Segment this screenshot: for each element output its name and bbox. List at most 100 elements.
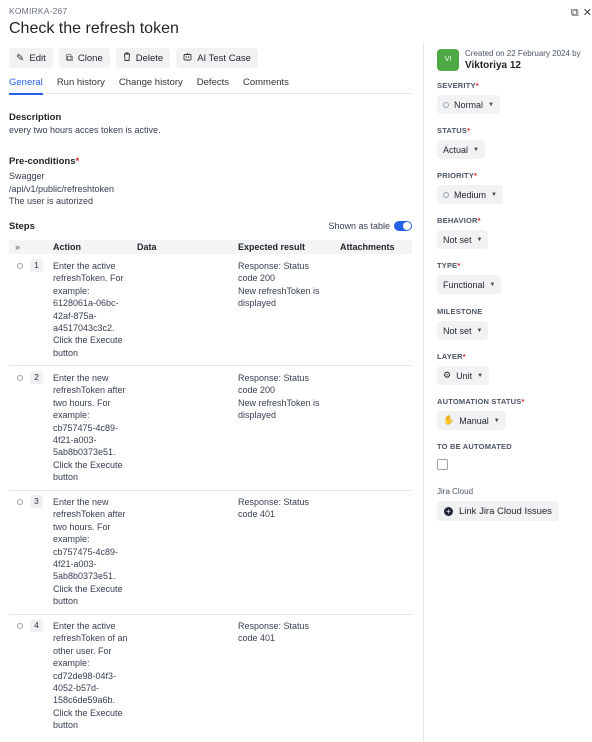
step-select-radio[interactable] bbox=[17, 499, 23, 505]
chevron-down-icon: ▼ bbox=[476, 327, 483, 334]
step-row[interactable]: 1 Enter the active refreshToken. For examp… bbox=[9, 258, 412, 366]
to-be-automated-field: TO BE AUTOMATED bbox=[437, 442, 512, 470]
plus-icon: + bbox=[444, 506, 453, 516]
delete-button[interactable]: Delete bbox=[115, 48, 171, 68]
tab-defects[interactable]: Defects bbox=[197, 77, 229, 94]
copy-icon: ⧉ bbox=[65, 52, 73, 64]
step-select-radio[interactable] bbox=[17, 263, 23, 269]
step-number: 4 bbox=[30, 619, 43, 632]
step-action: Enter the new refreshToken after two hours… bbox=[53, 497, 126, 607]
ai-test-case-label: AI Test Case bbox=[197, 52, 251, 64]
step-row[interactable]: 2 Enter the new refreshToken after two hou… bbox=[9, 370, 412, 491]
toolbar: ✎ Edit ⧉ Clone Delete AI Test Case bbox=[9, 48, 258, 68]
col-data: Data bbox=[137, 242, 157, 252]
shown-as-table-toggle[interactable] bbox=[394, 221, 412, 231]
behavior-select[interactable]: Not set ▼ bbox=[437, 230, 489, 249]
close-icon[interactable]: ✕ bbox=[583, 8, 592, 19]
milestone-select[interactable]: Not set ▼ bbox=[437, 321, 489, 340]
preconditions-label: Pre-conditions* bbox=[9, 156, 80, 167]
severity-select[interactable]: Normal ▼ bbox=[437, 95, 500, 114]
creator-name[interactable]: Viktoriya 12 bbox=[465, 60, 521, 71]
edit-button[interactable]: ✎ Edit bbox=[9, 48, 53, 68]
to-be-automated-checkbox[interactable] bbox=[437, 459, 448, 470]
tab-run-history[interactable]: Run history bbox=[57, 77, 105, 94]
restore-window-icon[interactable]: ⧉ bbox=[571, 8, 579, 19]
step-expected: Response: Status code 200 New refreshToken… bbox=[238, 261, 320, 309]
layer-select[interactable]: ⚙ Unit ▼ bbox=[437, 366, 490, 385]
severity-circle-icon bbox=[443, 101, 449, 108]
jira-cloud-label: Jira Cloud bbox=[437, 487, 474, 496]
priority-select[interactable]: Medium ▼ bbox=[437, 185, 503, 204]
required-marker: * bbox=[75, 156, 80, 167]
severity-field: SEVERITY* Normal ▼ bbox=[437, 81, 500, 114]
preconditions-text: Swagger /api/v1/public/refreshtoken The … bbox=[9, 170, 114, 208]
step-number: 1 bbox=[30, 259, 43, 272]
col-attachments: Attachments bbox=[340, 242, 395, 252]
type-field: TYPE* Functional ▼ bbox=[437, 261, 502, 294]
chevron-down-icon: ▼ bbox=[493, 417, 500, 424]
edit-button-label: Edit bbox=[29, 52, 46, 64]
description-label: Description bbox=[9, 112, 62, 123]
robot-icon bbox=[183, 52, 192, 64]
clone-button-label: Clone bbox=[77, 52, 103, 64]
tab-bar: General Run history Change history Defec… bbox=[9, 77, 412, 95]
automation-status-select[interactable]: ✋ Manual ▼ bbox=[437, 411, 506, 430]
window-controls: ⧉ ✕ bbox=[571, 8, 592, 19]
chevron-down-icon: ▼ bbox=[476, 236, 483, 243]
status-select[interactable]: Actual ▼ bbox=[437, 140, 485, 159]
trash-icon bbox=[123, 52, 131, 64]
col-action: Action bbox=[53, 242, 81, 252]
creator-info: VI Created on 22 February 2024 by Viktor… bbox=[437, 48, 587, 74]
delete-button-label: Delete bbox=[135, 52, 164, 64]
tab-comments[interactable]: Comments bbox=[243, 77, 289, 94]
priority-circle-icon bbox=[443, 191, 449, 198]
step-action: Enter the active refreshToken of an other … bbox=[53, 621, 128, 731]
chevron-down-icon: ▼ bbox=[489, 281, 496, 288]
chevron-down-icon: ▼ bbox=[477, 372, 484, 379]
ai-test-case-button[interactable]: AI Test Case bbox=[176, 48, 258, 68]
link-jira-issues-button[interactable]: + Link Jira Cloud Issues bbox=[437, 501, 559, 521]
step-select-radio[interactable] bbox=[17, 375, 23, 381]
step-row[interactable]: 4 Enter the active refreshToken of an othe… bbox=[9, 618, 412, 742]
avatar: VI bbox=[437, 49, 459, 71]
step-row[interactable]: 3 Enter the new refreshToken after two hou… bbox=[9, 494, 412, 615]
steps-label: Steps bbox=[9, 221, 35, 232]
jira-cloud-section: Jira Cloud + Link Jira Cloud Issues bbox=[437, 487, 559, 521]
step-expected: Response: Status code 401 bbox=[238, 497, 310, 520]
pencil-icon: ✎ bbox=[16, 52, 25, 64]
shown-as-table-control: Shown as table bbox=[328, 221, 412, 231]
created-on-text: Created on 22 February 2024 by bbox=[465, 49, 581, 58]
col-expected: Expected result bbox=[238, 242, 306, 252]
chevron-down-icon: ▼ bbox=[488, 101, 494, 108]
type-select[interactable]: Functional ▼ bbox=[437, 275, 502, 294]
page-title: Check the refresh token bbox=[9, 20, 179, 37]
automation-status-field: AUTOMATION STATUS* ✋ Manual ▼ bbox=[437, 397, 525, 430]
chevron-down-icon: ▼ bbox=[473, 146, 479, 153]
step-action: Enter the active refreshToken. For example… bbox=[53, 261, 124, 358]
tab-general[interactable]: General bbox=[9, 77, 43, 95]
step-number: 3 bbox=[30, 495, 43, 508]
top-bar: KOMIRKA-267 ⧉ ✕ bbox=[9, 6, 592, 20]
shown-as-table-label: Shown as table bbox=[328, 221, 390, 231]
precondition-line: /api/v1/public/refreshtoken bbox=[9, 183, 115, 194]
step-expected: Response: Status code 200 New refreshToken… bbox=[238, 373, 320, 421]
description-text: every two hours acces token is active. bbox=[9, 125, 161, 135]
hand-icon: ✋ bbox=[443, 415, 455, 425]
status-field: STATUS* Actual ▼ bbox=[437, 126, 485, 159]
step-select-radio[interactable] bbox=[17, 623, 23, 629]
step-expected: Response: Status code 401 bbox=[238, 621, 310, 644]
case-key: KOMIRKA-267 bbox=[9, 6, 68, 16]
behavior-field: BEHAVIOR* Not set ▼ bbox=[437, 216, 489, 249]
collapse-all-icon[interactable]: » bbox=[15, 242, 20, 252]
step-action: Enter the new refreshToken after two hours… bbox=[53, 373, 126, 483]
steps-header: Steps Shown as table bbox=[9, 221, 412, 235]
precondition-line: The user is autorized bbox=[9, 196, 94, 206]
steps-table-header: » Action Data Expected result Attachment… bbox=[9, 240, 412, 254]
tab-change-history[interactable]: Change history bbox=[119, 77, 183, 94]
chevron-down-icon: ▼ bbox=[491, 191, 497, 198]
milestone-field: MILESTONE Not set ▼ bbox=[437, 307, 489, 340]
precondition-line: Swagger bbox=[9, 171, 45, 181]
sidebar-divider bbox=[423, 43, 424, 742]
clone-button[interactable]: ⧉ Clone bbox=[58, 48, 110, 68]
layer-field: LAYER* ⚙ Unit ▼ bbox=[437, 352, 490, 385]
